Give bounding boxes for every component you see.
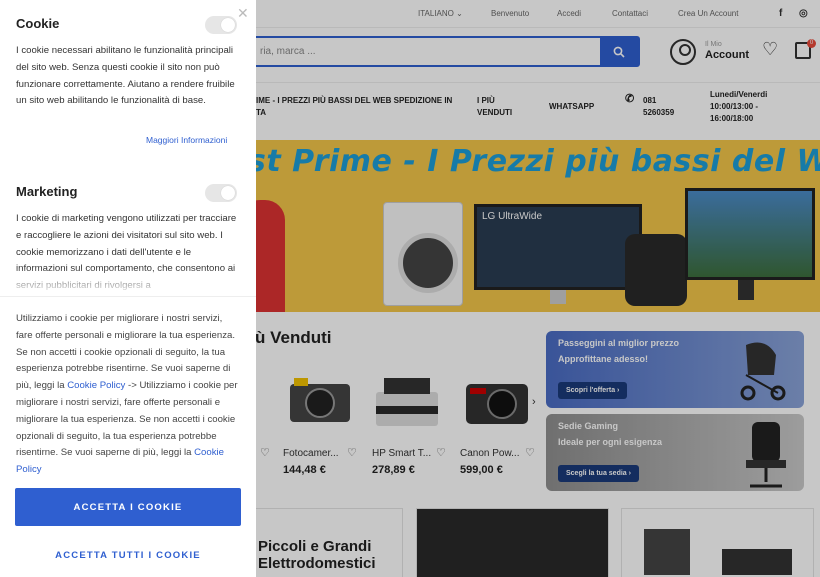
cookie-necessary-title: Cookie [16,16,60,31]
cookie-consent-panel: ✕ Cookie I cookie necessari abilitano le… [0,0,256,577]
marketing-title: Marketing [16,184,78,199]
marketing-cookie-toggle[interactable] [205,184,237,202]
necessary-cookie-toggle[interactable] [205,16,237,34]
consent-text: Utilizziamo i cookie per migliorare i no… [16,311,240,479]
cookie-necessary-description: I cookie necessari abilitano le funziona… [16,45,235,107]
close-icon[interactable]: ✕ [237,5,249,22]
more-info-link[interactable]: Maggiori Informazioni [146,135,227,145]
scroll-fade [0,268,256,296]
accept-all-cookies-button[interactable]: ACCETTA TUTTI I COOKIE [15,543,241,567]
toggle-knob [221,18,235,32]
cookie-policy-link[interactable]: Cookie Policy [67,380,125,391]
accept-cookies-button[interactable]: ACCETTA I COOKIE [15,488,241,526]
toggle-knob [221,186,235,200]
